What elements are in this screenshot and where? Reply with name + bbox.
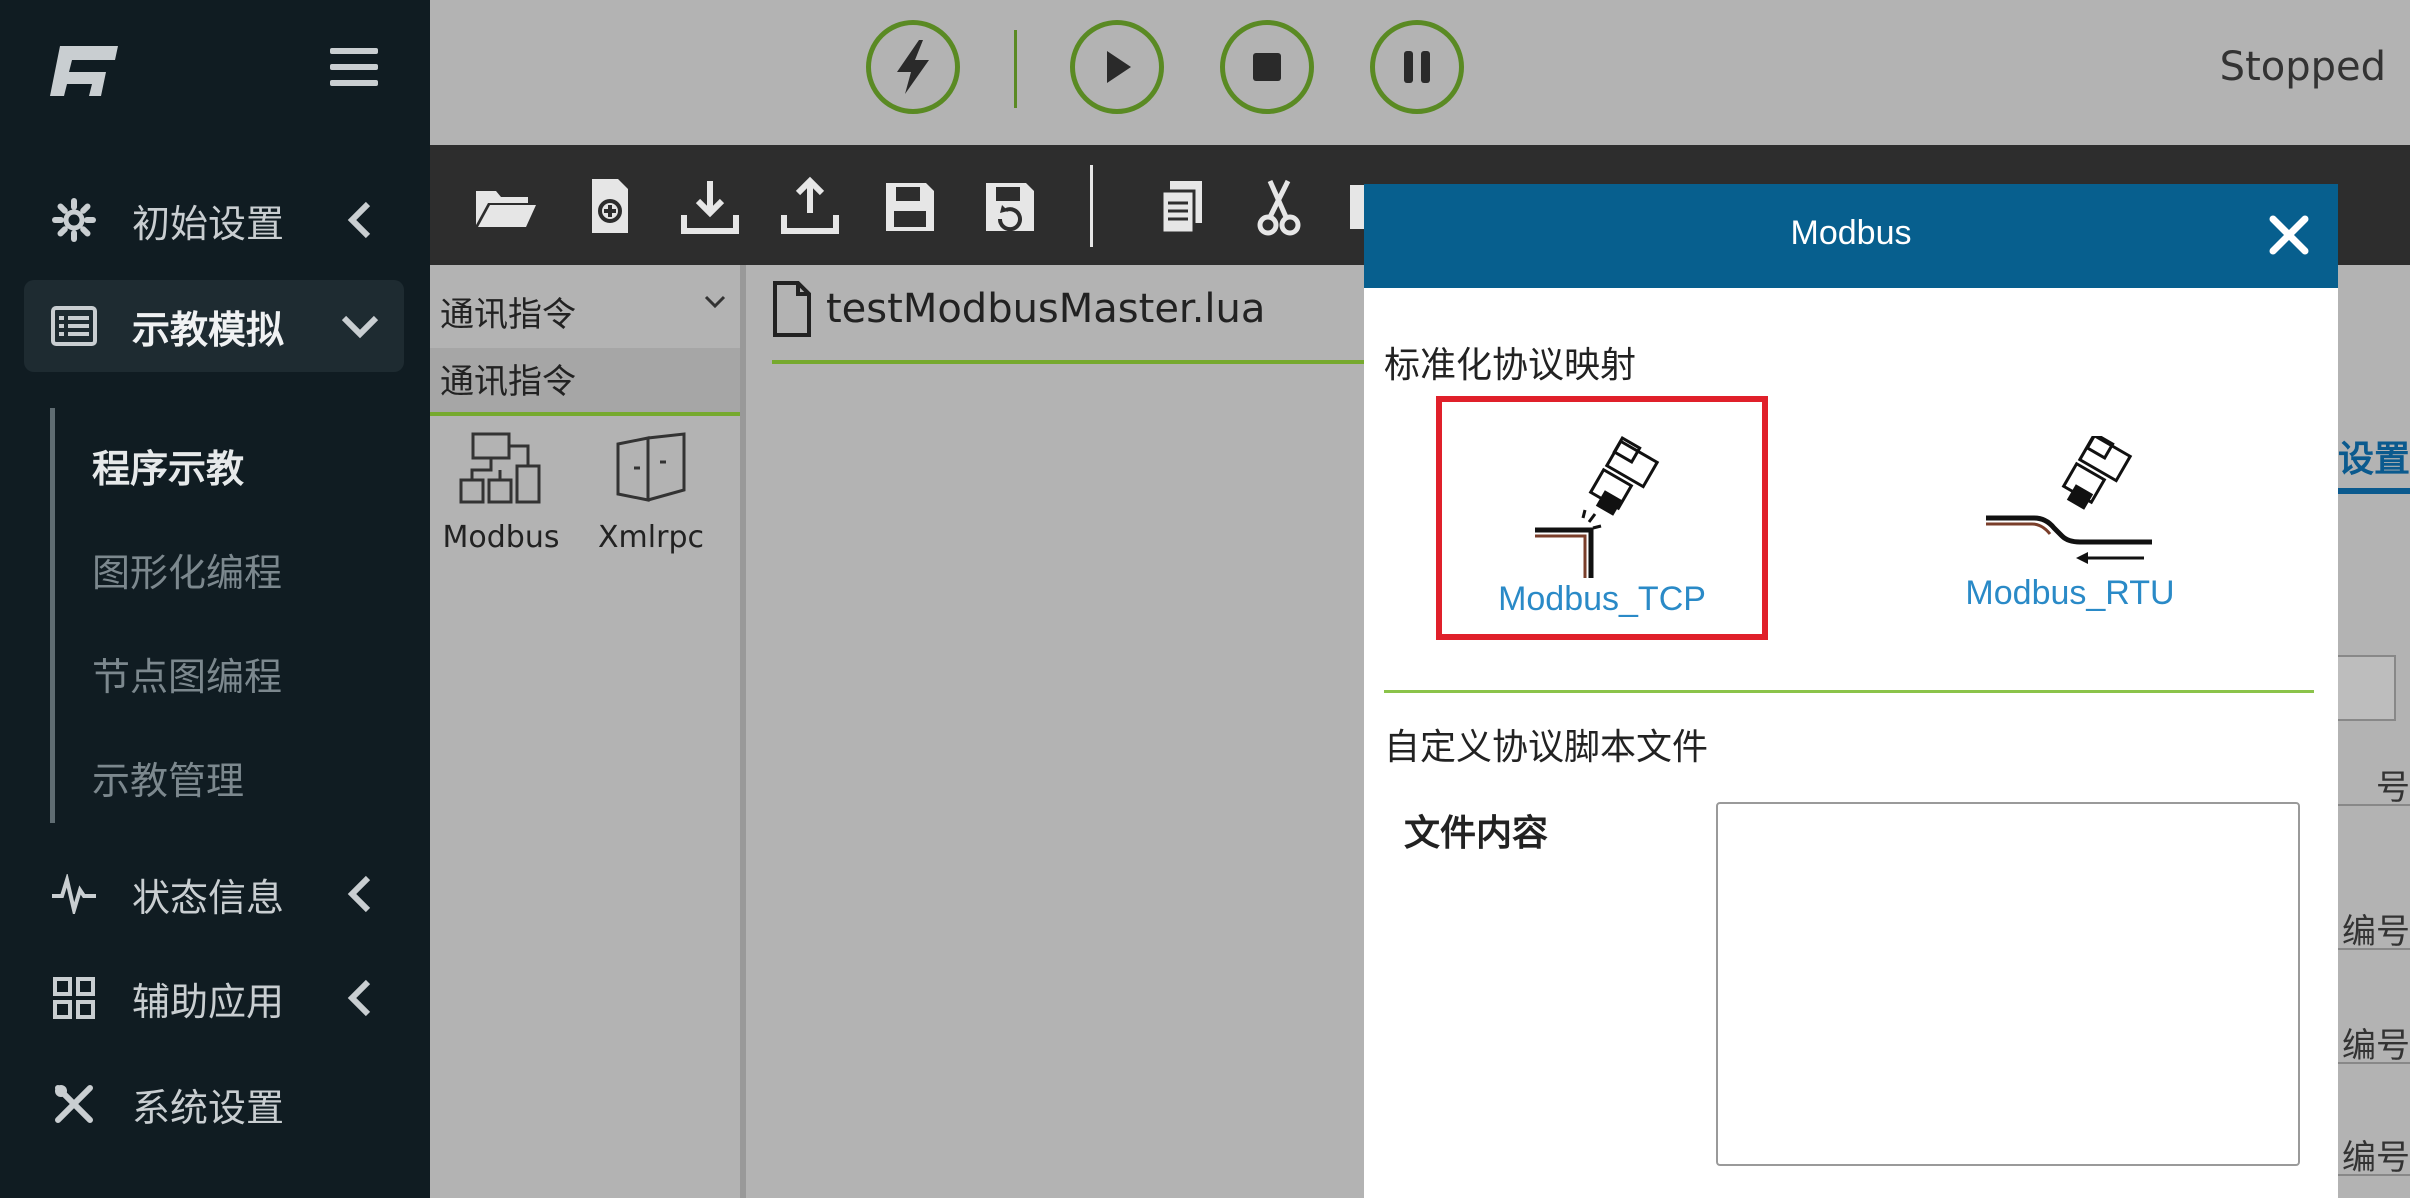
hamburger-icon[interactable] bbox=[330, 48, 378, 92]
command-label: Modbus bbox=[442, 520, 560, 555]
command-modbus[interactable]: Modbus bbox=[436, 430, 566, 555]
command-group-header: 通讯指令 bbox=[430, 348, 740, 416]
play-button[interactable] bbox=[1070, 20, 1164, 114]
fr-logo[interactable] bbox=[46, 38, 122, 100]
pause-button[interactable] bbox=[1370, 20, 1464, 114]
toolbar-separator bbox=[1090, 165, 1093, 247]
xmlrpc-icon bbox=[616, 432, 686, 502]
subnav-teach-management[interactable]: 示教管理 bbox=[92, 750, 244, 805]
new-file-icon[interactable] bbox=[578, 175, 642, 239]
nav-label: 状态信息 bbox=[132, 875, 285, 920]
command-panel: 通讯指令 通讯指令 Modbus Xmlrpc bbox=[430, 265, 746, 1198]
select-value: 通讯指令 bbox=[440, 295, 576, 335]
section-title-custom-script: 自定义协议脚本文件 bbox=[1384, 727, 1709, 768]
protocol-label: Modbus_RTU bbox=[1965, 574, 2175, 612]
chevron-down-icon bbox=[704, 295, 726, 309]
dialog-title: Modbus bbox=[1790, 214, 1912, 252]
chevron-left-icon bbox=[347, 201, 371, 239]
command-label: Xmlrpc bbox=[598, 520, 704, 555]
modbus-dialog: Modbus 标准化协议映射 Modbus_TCP Modbus_RTU 自定义… bbox=[1364, 184, 2338, 1198]
run-status: Stopped bbox=[2219, 44, 2386, 90]
background-label: 号 bbox=[2338, 760, 2410, 806]
subnav-rail bbox=[50, 408, 55, 823]
power-button[interactable] bbox=[866, 20, 960, 114]
dialog-header: Modbus bbox=[1364, 184, 2338, 288]
power-icon bbox=[897, 40, 929, 94]
save-icon[interactable] bbox=[878, 175, 942, 239]
background-label: 编号 bbox=[2338, 904, 2410, 950]
subnav-graphical-programming[interactable]: 图形化编程 bbox=[92, 542, 282, 597]
play-icon bbox=[1107, 51, 1131, 83]
file-content-textarea[interactable] bbox=[1716, 802, 2300, 1166]
nav-label: 系统设置 bbox=[132, 1085, 285, 1130]
top-control-bar: Stopped bbox=[430, 0, 2410, 145]
download-icon[interactable] bbox=[678, 175, 742, 239]
background-settings-tab[interactable]: 站设置 bbox=[2338, 430, 2410, 494]
editor-file-tab[interactable]: testModbusMaster.lua bbox=[772, 280, 1265, 338]
upload-icon[interactable] bbox=[778, 175, 842, 239]
nav-label: 辅助应用 bbox=[132, 979, 285, 1024]
copy-icon[interactable] bbox=[1150, 175, 1214, 239]
command-category-select[interactable]: 通讯指令 bbox=[440, 287, 730, 336]
protocol-option-modbus-tcp[interactable]: Modbus_TCP bbox=[1436, 396, 1768, 640]
section-divider bbox=[1384, 690, 2314, 693]
chevron-down-icon bbox=[341, 315, 379, 339]
chevron-left-icon bbox=[347, 875, 371, 913]
toolbar-separator bbox=[1014, 30, 1017, 108]
sidebar: 初始设置 示教模拟 程序示教 图形化编程 节点图编程 示教管理 状态信息 辅助应… bbox=[0, 0, 430, 1198]
chevron-left-icon bbox=[347, 979, 371, 1017]
pause-icon bbox=[1404, 51, 1430, 83]
background-label: 编号 bbox=[2338, 1130, 2410, 1176]
section-title-standard-mapping: 标准化协议映射 bbox=[1384, 345, 1637, 386]
tools-icon bbox=[46, 1076, 102, 1132]
list-icon bbox=[46, 298, 102, 354]
nav-teach-simulation[interactable]: 示教模拟 bbox=[24, 280, 404, 372]
subnav-program-teach[interactable]: 程序示教 bbox=[92, 438, 244, 493]
file-icon bbox=[773, 281, 811, 337]
save-as-icon[interactable] bbox=[978, 175, 1042, 239]
background-input[interactable] bbox=[2338, 655, 2396, 721]
file-content-label: 文件内容 bbox=[1404, 813, 1549, 854]
nav-label: 示教模拟 bbox=[132, 307, 285, 352]
nav-initial-settings[interactable]: 初始设置 bbox=[24, 174, 404, 266]
editor-filename: testModbusMaster.lua bbox=[826, 286, 1266, 332]
background-label: 编号 bbox=[2338, 1018, 2410, 1064]
stop-icon bbox=[1253, 53, 1281, 81]
open-folder-icon[interactable] bbox=[474, 175, 538, 239]
rtu-device-icon bbox=[1986, 436, 2152, 564]
cut-icon[interactable] bbox=[1246, 175, 1310, 239]
nav-system-settings[interactable]: 系统设置 bbox=[24, 1058, 404, 1150]
pulse-icon bbox=[46, 866, 102, 922]
nav-label: 初始设置 bbox=[132, 201, 285, 246]
gear-icon bbox=[46, 192, 102, 248]
tcp-device-icon bbox=[1535, 436, 1660, 578]
subnav-node-graph-programming[interactable]: 节点图编程 bbox=[92, 646, 282, 701]
nav-aux-apps[interactable]: 辅助应用 bbox=[24, 952, 404, 1044]
command-xmlrpc[interactable]: Xmlrpc bbox=[586, 430, 716, 555]
protocol-option-modbus-rtu[interactable]: Modbus_RTU bbox=[1904, 396, 2236, 640]
modbus-icon bbox=[459, 432, 541, 504]
protocol-label: Modbus_TCP bbox=[1498, 580, 1706, 618]
stop-button[interactable] bbox=[1220, 20, 1314, 114]
close-icon[interactable] bbox=[2268, 214, 2310, 256]
grid-icon bbox=[46, 970, 102, 1026]
nav-status-info[interactable]: 状态信息 bbox=[24, 848, 404, 940]
